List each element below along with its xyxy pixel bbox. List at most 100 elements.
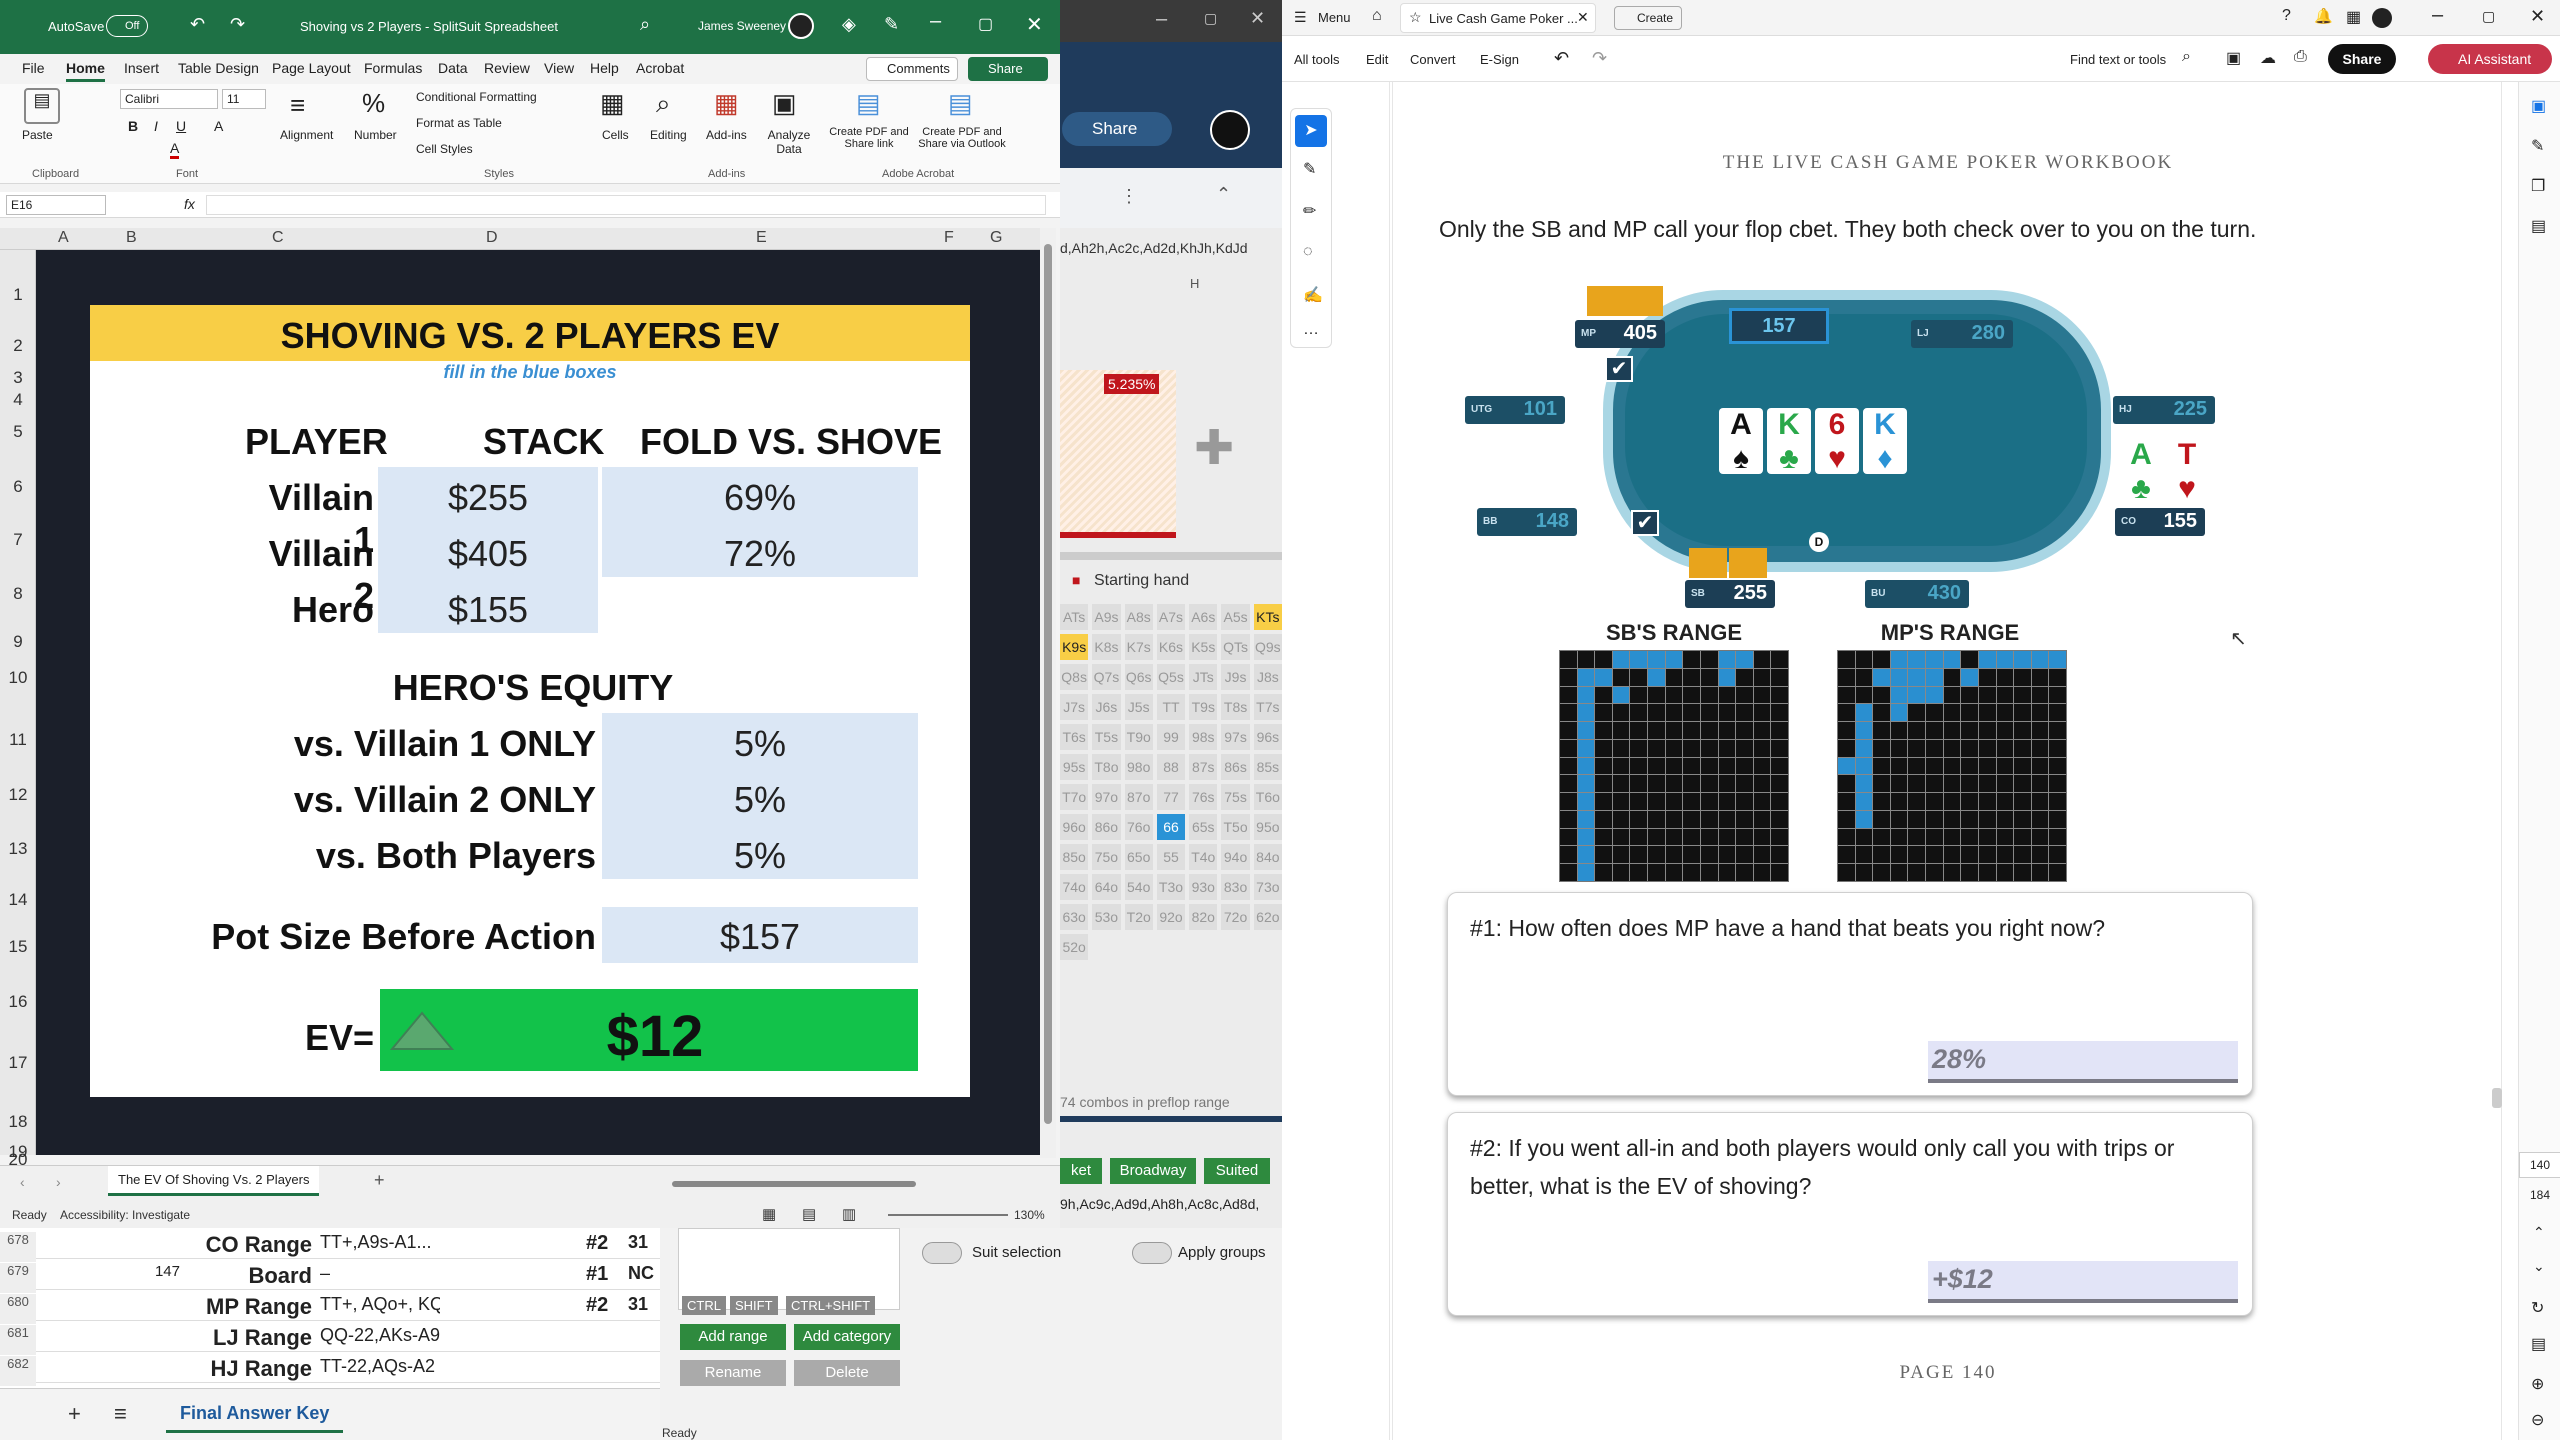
hand-cell[interactable]: Q8s bbox=[1060, 664, 1089, 690]
hand-cell[interactable]: 88 bbox=[1156, 754, 1186, 780]
zoom-in-icon[interactable]: ⊕ bbox=[2531, 1374, 2544, 1394]
table-row[interactable]: 679 147 Board – #1 NC bbox=[0, 1259, 660, 1293]
tab-home[interactable]: Home bbox=[66, 60, 105, 82]
tool-esign[interactable]: E-Sign bbox=[1480, 52, 1519, 67]
home-icon[interactable]: ⌂ bbox=[1372, 7, 1382, 25]
italic-icon[interactable]: I bbox=[154, 118, 158, 134]
close-icon[interactable]: ✕ bbox=[2530, 6, 2545, 27]
menu-button[interactable]: Menu bbox=[1318, 10, 1351, 25]
hand-cell[interactable]: 86o bbox=[1092, 814, 1121, 840]
font-name-select[interactable]: Calibri bbox=[120, 89, 218, 109]
maximize-icon[interactable]: ▢ bbox=[978, 14, 993, 34]
hand-cell[interactable]: 99 bbox=[1156, 724, 1186, 750]
avatar[interactable] bbox=[788, 13, 814, 39]
minimize-icon[interactable]: – bbox=[2432, 4, 2443, 27]
ai-assistant-button[interactable]: AI Assistant bbox=[2428, 44, 2552, 74]
hand-cell[interactable]: T2o bbox=[1124, 904, 1153, 930]
sheet-next-icon[interactable]: › bbox=[56, 1174, 61, 1190]
hand-cell[interactable]: Q6s bbox=[1124, 664, 1153, 690]
highlight-icon[interactable]: ✏ bbox=[1303, 201, 1316, 221]
hand-cell[interactable]: 73o bbox=[1253, 874, 1282, 900]
tab-acrobat[interactable]: Acrobat bbox=[636, 60, 684, 76]
more-icon[interactable]: ⋮ bbox=[1120, 186, 1138, 207]
close-icon[interactable]: ✕ bbox=[1250, 8, 1265, 29]
villain1-stack-input[interactable]: $255 bbox=[378, 477, 598, 519]
row-header[interactable]: 14 bbox=[0, 890, 36, 910]
col-d[interactable]: D bbox=[486, 229, 498, 247]
find-text-input[interactable]: Find text or tools bbox=[2070, 52, 2166, 67]
row-header[interactable]: 6 bbox=[0, 477, 36, 497]
hand-cell[interactable]: 63o bbox=[1060, 904, 1089, 930]
hand-cell[interactable]: 92o bbox=[1156, 904, 1186, 930]
hand-cell[interactable]: JTs bbox=[1189, 664, 1218, 690]
vertical-scrollbar[interactable] bbox=[1040, 228, 1056, 1158]
hand-cell[interactable]: 95s bbox=[1060, 754, 1089, 780]
percent-icon[interactable]: % bbox=[362, 88, 385, 119]
redo-icon[interactable]: ↷ bbox=[230, 14, 245, 35]
more-icon[interactable]: … bbox=[1303, 321, 1319, 339]
alignment-icon[interactable]: ≡ bbox=[290, 90, 305, 121]
editing-search-icon[interactable]: ⌕ bbox=[656, 88, 671, 120]
table-row[interactable]: 682 HJ Range TT-22,AQs-A2 bbox=[0, 1352, 660, 1386]
hand-cell[interactable]: J5s bbox=[1124, 694, 1153, 720]
row-header[interactable]: 2 bbox=[0, 336, 36, 356]
row-header[interactable]: 17 bbox=[0, 1053, 36, 1073]
accessibility-status[interactable]: Accessibility: Investigate bbox=[60, 1208, 190, 1222]
hand-cell[interactable]: T7o bbox=[1060, 784, 1089, 810]
equity-both-input[interactable]: 5% bbox=[602, 835, 918, 877]
col-c[interactable]: C bbox=[272, 229, 284, 247]
hand-cell[interactable]: ATs bbox=[1060, 604, 1089, 630]
chevron-up-icon[interactable]: ⌃ bbox=[2533, 1224, 2545, 1241]
row-header[interactable]: 12 bbox=[0, 785, 36, 805]
tab-help[interactable]: Help bbox=[590, 60, 619, 76]
row-header[interactable]: 5 bbox=[0, 422, 36, 442]
hand-cell[interactable]: T9s bbox=[1189, 694, 1218, 720]
page-layout-icon[interactable]: ▤ bbox=[802, 1205, 816, 1223]
undo-icon[interactable]: ↶ bbox=[1554, 48, 1569, 69]
hand-cell[interactable]: J7s bbox=[1060, 694, 1089, 720]
upload-icon[interactable]: ☁ bbox=[2260, 48, 2276, 68]
hand-cell[interactable]: 65s bbox=[1189, 814, 1218, 840]
redo-icon[interactable]: ↷ bbox=[1592, 48, 1607, 69]
row-header[interactable]: 10 bbox=[0, 668, 36, 688]
hand-cell[interactable]: T7s bbox=[1253, 694, 1282, 720]
panel-icon[interactable]: ▣ bbox=[2531, 96, 2546, 116]
pen-icon[interactable]: ✎ bbox=[884, 14, 899, 35]
cells-icon[interactable]: ▦ bbox=[600, 88, 625, 119]
row-header[interactable]: 18 bbox=[0, 1112, 36, 1132]
table-row[interactable]: 680 MP Range TT+, AQo+, KQ #2 31 bbox=[0, 1290, 660, 1324]
col-e[interactable]: E bbox=[756, 229, 767, 247]
hand-cell[interactable]: 74o bbox=[1060, 874, 1089, 900]
hand-cell[interactable]: J9s bbox=[1221, 664, 1250, 690]
search-icon[interactable]: ⌕ bbox=[640, 14, 650, 35]
hand-cell[interactable]: 93o bbox=[1189, 874, 1218, 900]
page-scrollbar-thumb[interactable] bbox=[2492, 1088, 2502, 1108]
table-row[interactable]: 681 LJ Range QQ-22,AKs-A9 bbox=[0, 1321, 660, 1355]
col-b[interactable]: B bbox=[126, 229, 137, 247]
hand-cell[interactable]: Q7s bbox=[1092, 664, 1121, 690]
hand-cell[interactable]: 87s bbox=[1189, 754, 1218, 780]
avatar[interactable] bbox=[2372, 8, 2392, 28]
answer-2[interactable]: +$12 bbox=[1928, 1261, 2238, 1303]
close-icon[interactable]: ✕ bbox=[1026, 12, 1043, 37]
hand-cell[interactable]: 85s bbox=[1253, 754, 1282, 780]
hand-cell[interactable]: 96s bbox=[1253, 724, 1282, 750]
horizontal-scrollbar[interactable] bbox=[672, 1181, 916, 1187]
sign-icon[interactable]: ✍ bbox=[1303, 285, 1323, 305]
villain2-fold-input[interactable]: 72% bbox=[602, 533, 918, 575]
tool-convert[interactable]: Convert bbox=[1410, 52, 1456, 67]
bold-icon[interactable]: B bbox=[128, 118, 138, 134]
hand-cell[interactable]: 97o bbox=[1092, 784, 1121, 810]
help-icon[interactable]: ? bbox=[2282, 7, 2291, 25]
hand-cell[interactable]: J6s bbox=[1092, 694, 1121, 720]
paste-button[interactable]: Paste bbox=[22, 128, 53, 142]
hand-cell[interactable]: T3o bbox=[1156, 874, 1186, 900]
villain2-stack-input[interactable]: $405 bbox=[378, 533, 598, 575]
hand-cell[interactable]: 76s bbox=[1189, 784, 1218, 810]
tab-table-design[interactable]: Table Design bbox=[178, 60, 259, 76]
hand-cell[interactable]: 53o bbox=[1092, 904, 1121, 930]
create-pdf-icon[interactable]: ▤ bbox=[856, 88, 881, 119]
apps-grid-icon[interactable]: ▦ bbox=[2346, 7, 2361, 27]
sheet-list-icon[interactable]: ≡ bbox=[114, 1401, 127, 1427]
suited-button[interactable]: Suited bbox=[1204, 1158, 1270, 1184]
